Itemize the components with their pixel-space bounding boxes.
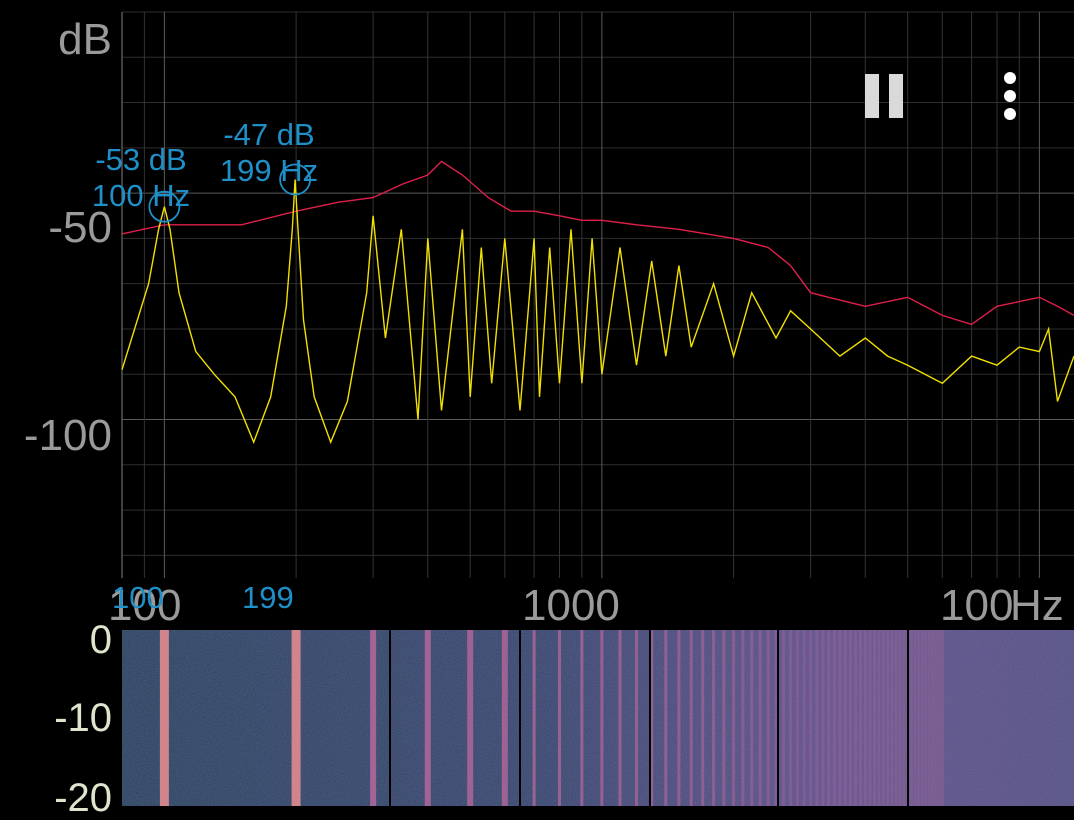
harmonic-stripe [927, 630, 931, 806]
harmonic-stripe [501, 630, 508, 806]
harmonic-stripe [618, 630, 622, 806]
harmonic-stripe [701, 630, 705, 806]
harmonic-stripe [712, 630, 716, 806]
harmonic-stripe [722, 630, 726, 806]
y-tick-label: -100 [23, 411, 112, 460]
harmonic-stripe [854, 630, 858, 806]
waterfall-time-label: 0 [89, 618, 112, 662]
harmonic-stripe [886, 630, 890, 806]
waterfall-time-label: -20 [54, 776, 112, 820]
x-tick-label: 1000 [522, 581, 620, 630]
harmonic-stripe [821, 630, 825, 806]
harmonic-stripe [741, 630, 745, 806]
harmonic-stripe [809, 630, 813, 806]
harmonic-stripe [796, 630, 800, 806]
harmonic-stripe [898, 630, 902, 806]
harmonic-stripe [781, 630, 785, 806]
peak-db: -53 dB [95, 142, 187, 177]
harmonic-stripe [868, 630, 872, 806]
overflow-menu-button[interactable] [996, 70, 1024, 122]
peak-hz: 199 Hz [219, 153, 319, 189]
x-axis-unit: Hz [1010, 581, 1064, 630]
x-tick-label: 100 [940, 581, 1014, 630]
harmonic-stripe [664, 630, 668, 806]
harmonic-stripe [873, 630, 877, 806]
harmonic-stripe [159, 630, 169, 806]
harmonic-stripe [832, 630, 836, 806]
harmonic-stripe [881, 630, 885, 806]
peak-hz: 100 Hz [91, 178, 191, 214]
harmonic-stripe [766, 630, 770, 806]
spectrogram-waterfall[interactable] [122, 630, 1074, 806]
harmonic-stripe [937, 630, 941, 806]
harmonic-stripe [890, 630, 894, 806]
harmonic-stripe [600, 630, 604, 806]
harmonic-stripe [913, 630, 917, 806]
harmonic-stripe [940, 630, 944, 806]
harmonic-stripe [291, 630, 301, 806]
harmonic-stripe [677, 630, 681, 806]
harmonic-stripe [838, 630, 842, 806]
harmonic-stripe [635, 630, 639, 806]
harmonic-stripe [750, 630, 754, 806]
peak-x-label: 100 [112, 580, 164, 615]
harmonic-stripe [934, 630, 938, 806]
y-axis-unit: dB [58, 15, 112, 64]
harmonic-stripe [863, 630, 867, 806]
harmonic-stripe [557, 630, 561, 806]
pause-button[interactable] [865, 74, 905, 118]
harmonic-stripe [370, 630, 377, 806]
peak-x-label: 199 [242, 580, 294, 615]
harmonic-stripe [467, 630, 474, 806]
harmonic-stripe [732, 630, 736, 806]
harmonic-stripe [802, 630, 806, 806]
harmonic-stripe [843, 630, 847, 806]
plot-grid [121, 11, 1074, 578]
harmonic-stripe [877, 630, 881, 806]
harmonic-stripe [815, 630, 819, 806]
harmonic-stripe [858, 630, 862, 806]
harmonic-stripe [758, 630, 762, 806]
harmonic-stripe [924, 630, 928, 806]
peak-db: -47 dB [223, 117, 315, 152]
harmonic-stripe [689, 630, 693, 806]
peak-label: -47 dB 199 Hz [206, 117, 332, 190]
harmonic-stripe [909, 630, 913, 806]
harmonic-stripe [532, 630, 536, 806]
harmonic-stripe [424, 630, 431, 806]
harmonic-stripe [920, 630, 924, 806]
harmonic-stripe [917, 630, 921, 806]
harmonic-stripe [902, 630, 906, 806]
peak-label: -53 dB 100 Hz [78, 142, 204, 215]
harmonic-stripe [894, 630, 898, 806]
harmonic-stripe [931, 630, 935, 806]
harmonic-stripe [580, 630, 584, 806]
waterfall-time-label: -10 [54, 696, 112, 740]
harmonic-stripe [789, 630, 793, 806]
spectrum-plot[interactable] [0, 0, 1074, 630]
harmonic-stripe [848, 630, 852, 806]
harmonic-stripe [827, 630, 831, 806]
